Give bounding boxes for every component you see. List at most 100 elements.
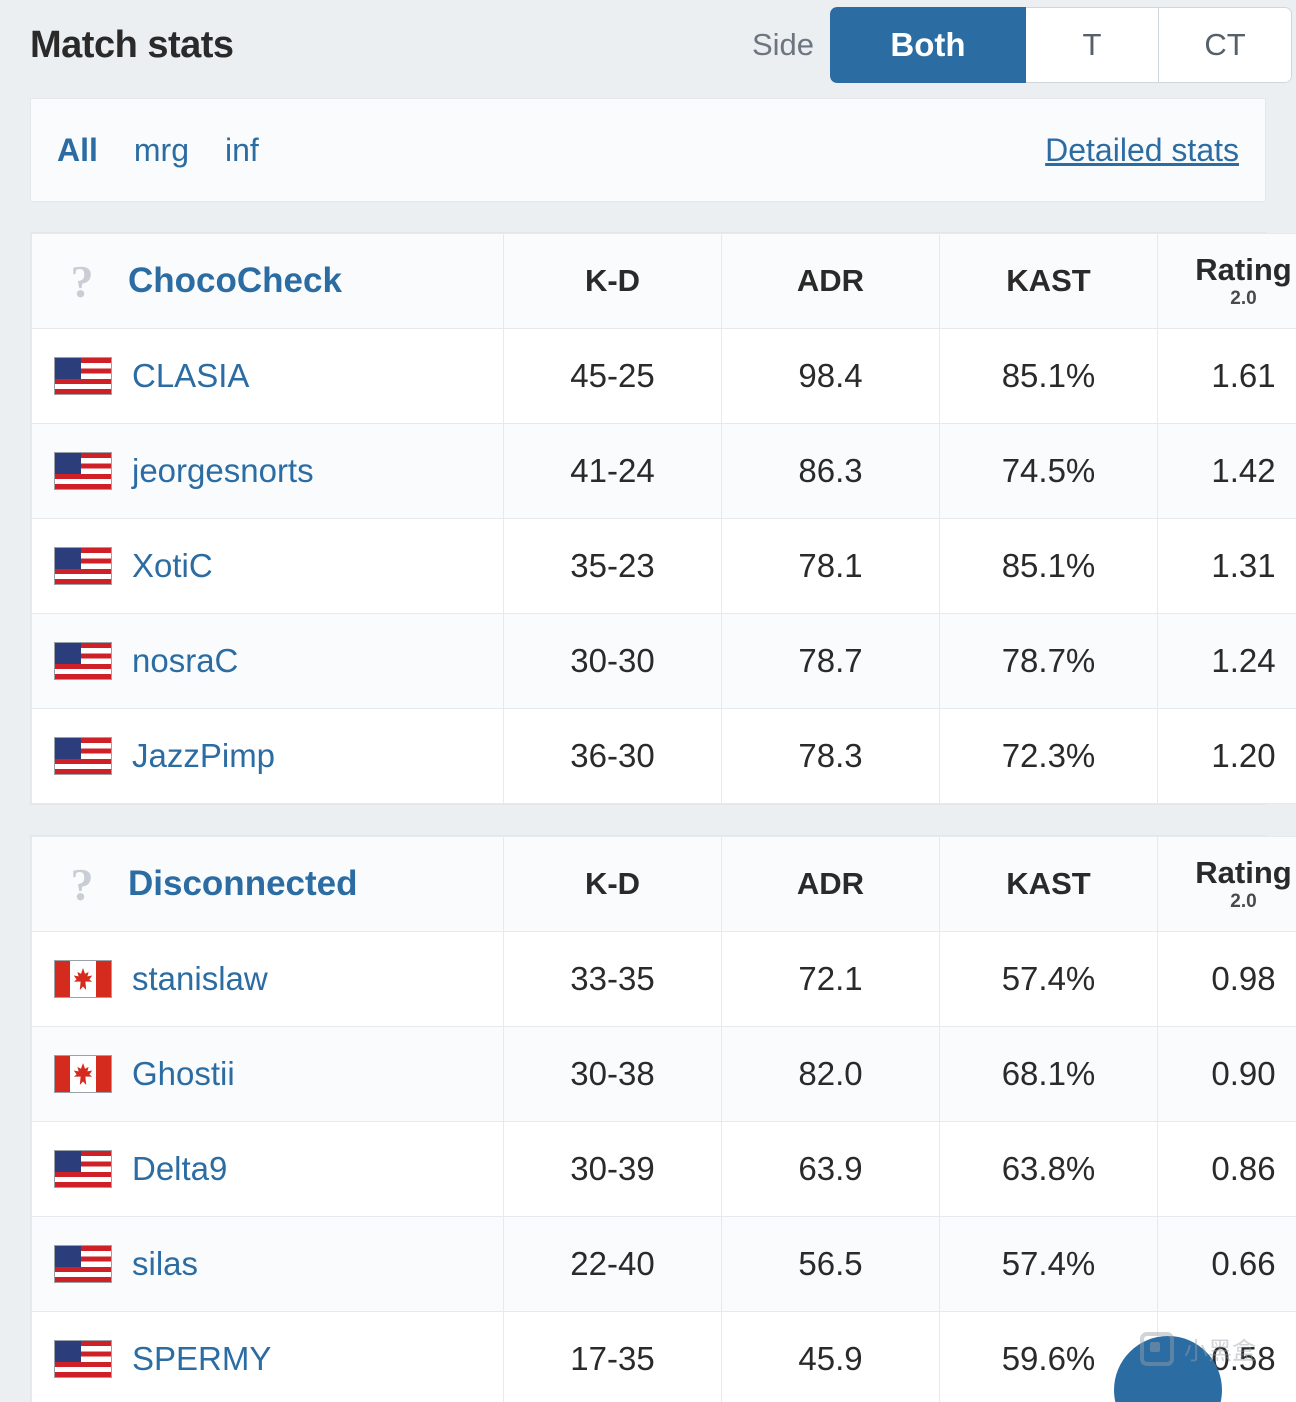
player-kast: 57.4% [939,931,1158,1027]
watermark: 小黑盒 [1140,1331,1256,1366]
column-header-rating[interactable]: Rating 2.0 [1157,233,1296,329]
player-adr: 78.7 [721,613,940,709]
player-rating: 1.42 [1157,423,1296,519]
watermark-text: 小黑盒 [1184,1338,1256,1365]
table-row: CLASIA 45-25 98.4 85.1% 1.61 [31,328,1296,424]
player-name[interactable]: CLASIA [132,357,249,395]
table-row: JazzPimp 36-30 78.3 72.3% 1.20 [31,708,1296,804]
player-cell[interactable]: silas [31,1216,504,1312]
player-rating: 1.31 [1157,518,1296,614]
player-cell[interactable]: CLASIA [31,328,504,424]
column-header-rating[interactable]: Rating 2.0 [1157,836,1296,932]
player-rating: 0.66 [1157,1216,1296,1312]
column-header-kast[interactable]: KAST [939,836,1158,932]
player-kd: 45-25 [503,328,722,424]
question-mark-icon: ? [70,255,94,307]
column-header-adr[interactable]: ADR [721,233,940,329]
player-adr: 82.0 [721,1026,940,1122]
flag-icon-us [54,642,112,680]
watermark-logo-icon [1140,1331,1174,1366]
player-cell[interactable]: SPERMY [31,1311,504,1402]
player-adr: 72.1 [721,931,940,1027]
table-row: stanislaw 33-35 72.1 57.4% 0.98 [31,931,1296,1027]
player-kd: 22-40 [503,1216,722,1312]
table-row: silas 22-40 56.5 57.4% 0.66 [31,1216,1296,1312]
player-name[interactable]: stanislaw [132,960,268,998]
rating-version: 2.0 [1230,288,1257,309]
player-cell[interactable]: JazzPimp [31,708,504,804]
team-name[interactable]: ChocoCheck [128,261,342,301]
player-cell[interactable]: nosraC [31,613,504,709]
table-row: SPERMY 17-35 45.9 59.6% 0.58 [31,1311,1296,1402]
team-header-cell[interactable]: ? ChocoCheck [31,233,504,329]
player-cell[interactable]: Ghostii [31,1026,504,1122]
player-kast: 57.4% [939,1216,1158,1312]
team-table-disconnected: ? Disconnected K-D ADR KAST Rating 2.0 s… [30,835,1296,1402]
flag-icon-us [54,737,112,775]
player-rating: 0.86 [1157,1121,1296,1217]
map-filter-bar: All mrg inf Detailed stats [30,98,1266,202]
map-filter-mrg[interactable]: mrg [134,132,189,169]
flag-icon-ca [54,1055,112,1093]
player-adr: 98.4 [721,328,940,424]
player-name[interactable]: JazzPimp [132,737,275,775]
player-name[interactable]: XotiC [132,547,213,585]
map-filter-links: All mrg inf [57,132,295,169]
table-header-row: ? Disconnected K-D ADR KAST Rating 2.0 [31,836,1296,932]
side-button-ct[interactable]: CT [1159,7,1292,83]
table-row: jeorgesnorts 41-24 86.3 74.5% 1.42 [31,423,1296,519]
flag-icon-us [54,452,112,490]
player-adr: 86.3 [721,423,940,519]
player-cell[interactable]: XotiC [31,518,504,614]
player-rating: 1.61 [1157,328,1296,424]
flag-icon-us [54,1340,112,1378]
player-name[interactable]: SPERMY [132,1340,271,1378]
table-row: Delta9 30-39 63.9 63.8% 0.86 [31,1121,1296,1217]
player-kast: 78.7% [939,613,1158,709]
player-adr: 78.3 [721,708,940,804]
side-button-both[interactable]: Both [830,7,1026,83]
player-rating: 0.98 [1157,931,1296,1027]
map-filter-all[interactable]: All [57,132,98,169]
map-filter-inf[interactable]: inf [225,132,259,169]
team-header-cell[interactable]: ? Disconnected [31,836,504,932]
player-kd: 33-35 [503,931,722,1027]
player-kast: 74.5% [939,423,1158,519]
player-cell[interactable]: stanislaw [31,931,504,1027]
table-row: nosraC 30-30 78.7 78.7% 1.24 [31,613,1296,709]
player-adr: 56.5 [721,1216,940,1312]
player-name[interactable]: Ghostii [132,1055,235,1093]
player-name[interactable]: Delta9 [132,1150,227,1188]
player-name[interactable]: jeorgesnorts [132,452,314,490]
flag-icon-ca [54,960,112,998]
side-label: Side [751,27,814,62]
player-kast: 72.3% [939,708,1158,804]
question-mark-icon: ? [70,858,94,910]
player-kd: 30-39 [503,1121,722,1217]
player-adr: 63.9 [721,1121,940,1217]
player-cell[interactable]: jeorgesnorts [31,423,504,519]
flag-icon-us [54,357,112,395]
column-header-adr[interactable]: ADR [721,836,940,932]
player-cell[interactable]: Delta9 [31,1121,504,1217]
player-name[interactable]: silas [132,1245,198,1283]
detailed-stats-link[interactable]: Detailed stats [1045,132,1239,169]
column-header-kd[interactable]: K-D [503,836,722,932]
flag-icon-us [54,1245,112,1283]
side-segmented-control: Both T CT [830,7,1292,83]
side-button-t[interactable]: T [1026,7,1159,83]
player-rating: 1.20 [1157,708,1296,804]
player-kd: 35-23 [503,518,722,614]
player-name[interactable]: nosraC [132,642,238,680]
team-table-chococheck: ? ChocoCheck K-D ADR KAST Rating 2.0 CLA… [30,232,1296,805]
column-header-kast[interactable]: KAST [939,233,1158,329]
team-name[interactable]: Disconnected [128,864,358,904]
player-kast: 68.1% [939,1026,1158,1122]
side-filter-group: Side Both T CT [752,7,1296,83]
player-rating: 1.24 [1157,613,1296,709]
table-row: Ghostii 30-38 82.0 68.1% 0.90 [31,1026,1296,1122]
player-kast: 85.1% [939,328,1158,424]
column-header-kd[interactable]: K-D [503,233,722,329]
rating-version: 2.0 [1230,891,1257,912]
flag-icon-us [54,1150,112,1188]
